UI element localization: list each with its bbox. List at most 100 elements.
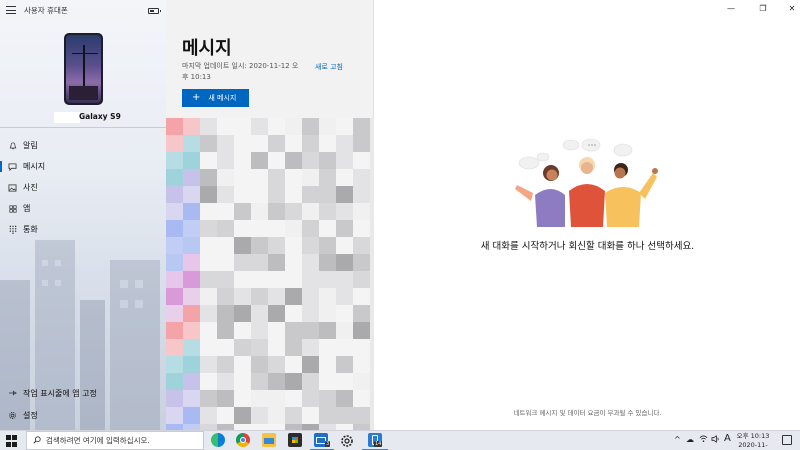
pixel-block [353,407,370,424]
maximize-icon[interactable]: ❐ [758,4,768,13]
pixel-block [217,203,234,220]
chrome-browser-icon[interactable] [236,433,250,447]
pixel-block [234,203,251,220]
pixel-block [268,322,285,339]
sidebar-item-label: 사진 [23,183,38,192]
sidebar-item-calls[interactable]: 통화 [0,219,166,240]
file-explorer-icon[interactable] [262,433,276,447]
sidebar: 사용자 휴대폰 Galaxy S9 알림 메시지 사진 앱 통화 작업 표시줄에… [0,0,166,430]
pin-to-taskbar-button[interactable]: 작업 표시줄에 앱 고정 [0,382,166,404]
pixel-block [285,220,302,237]
pixel-block [183,356,200,373]
pixelated-conversation-list[interactable] [166,118,374,430]
pixel-block [234,288,251,305]
pixel-block [234,118,251,135]
volume-icon[interactable] [711,435,720,445]
pixel-block [319,271,336,288]
clock-time: 오후 10:13 [736,432,770,440]
pixel-block [285,118,302,135]
pixel-block [319,390,336,407]
pixel-block [319,339,336,356]
device-name-redaction [54,112,80,123]
pixel-block [268,305,285,322]
pixel-block [200,220,217,237]
pixel-block [183,237,200,254]
sidebar-item-apps[interactable]: 앱 [0,198,166,219]
edge-browser-icon[interactable] [211,433,225,447]
settings-button[interactable]: 설정 [0,404,166,426]
pixel-block [234,254,251,271]
pixel-block [285,203,302,220]
close-icon[interactable]: ✕ [787,4,797,13]
pixel-block [302,407,319,424]
new-message-button[interactable]: + 새 메시지 [182,89,249,107]
pixel-block [285,390,302,407]
pixel-block [336,203,353,220]
refresh-link[interactable]: 새로 고침 [315,62,343,72]
pixel-block [302,339,319,356]
pixel-block [251,322,268,339]
pixel-block [268,356,285,373]
minimize-icon[interactable]: — [726,4,736,13]
pixel-block [336,339,353,356]
taskbar: 검색하려면 여기에 입력하십시오. 3 14 ^ ☁ A 오후 10:13 20… [0,430,800,450]
wifi-icon[interactable] [699,435,708,445]
pixel-block [251,356,268,373]
data-charges-note: 네트워크 메시지 및 데이터 요금이 부과될 수 있습니다. [513,409,662,417]
pixel-block [251,254,268,271]
ime-indicator[interactable]: A [724,433,731,444]
pixel-block [302,322,319,339]
pixel-block [268,203,285,220]
pixel-block [234,373,251,390]
pixel-block [217,305,234,322]
search-icon [33,435,41,446]
pixel-block [217,220,234,237]
pixel-block [268,407,285,424]
pixel-block [268,169,285,186]
pixel-block [302,135,319,152]
store-icon[interactable] [288,433,302,447]
pixel-block [217,390,234,407]
pixel-block [319,288,336,305]
pixel-block [166,407,183,424]
sidebar-item-notifications[interactable]: 알림 [0,135,166,156]
notification-center-icon[interactable] [782,435,792,445]
taskbar-clock[interactable]: 오후 10:13 2020-11-12 [735,432,771,450]
pixel-block [200,407,217,424]
pixel-block [234,186,251,203]
hamburger-menu-icon[interactable] [6,6,16,14]
pixel-block [353,135,370,152]
chevron-up-icon[interactable]: ^ [674,435,681,444]
sidebar-item-photos[interactable]: 사진 [0,177,166,198]
pixel-block [353,356,370,373]
pixel-block [234,220,251,237]
pixel-block [217,339,234,356]
pixel-block [319,305,336,322]
pixel-block [353,322,370,339]
pixel-block [353,373,370,390]
pixel-block [217,407,234,424]
pixel-block [319,169,336,186]
pixel-block [200,271,217,288]
pixel-block [268,220,285,237]
pixel-block [234,152,251,169]
windows-start-button[interactable] [6,435,18,447]
pixel-block [336,169,353,186]
pixel-block [200,152,217,169]
pixel-block [285,135,302,152]
phone-wallpaper [66,35,101,103]
conversation-pane: — ❐ ✕ 새 대화를 시작하거나 회신할 대화를 하나 선택하세요. 네트워크… [375,0,800,430]
pixel-block [217,152,234,169]
pixel-block [251,373,268,390]
pixel-block [200,118,217,135]
pixel-block [336,407,353,424]
pixel-block [166,288,183,305]
pixel-block [319,373,336,390]
cloud-icon[interactable]: ☁ [686,435,694,444]
pixel-block [336,288,353,305]
sidebar-item-messages[interactable]: 메시지 [0,156,166,177]
settings-gear-icon[interactable] [340,433,354,447]
taskbar-search-box[interactable]: 검색하려면 여기에 입력하십시오. [26,431,204,450]
pixel-block [234,135,251,152]
pixel-block [183,135,200,152]
